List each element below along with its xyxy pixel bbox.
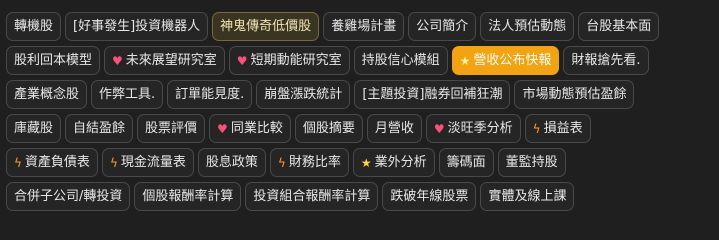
tag-below-annual-line-stocks[interactable]: 跌破年線股票 bbox=[382, 182, 477, 211]
tag-label: 財報搶先看. bbox=[571, 53, 641, 68]
tag-label: 短期動能研究室 bbox=[250, 53, 342, 68]
tag-stock-valuation[interactable]: 股票評價 bbox=[137, 114, 206, 143]
tag-row-6: 合併子公司/轉投資 個股報酬率計算 投資組合報酬率計算 跌破年線股票 實體及線上… bbox=[6, 182, 719, 211]
tag-label: 股息政策 bbox=[205, 155, 258, 170]
tag-future-outlook-lab[interactable]: ♥ 未來展望研究室 bbox=[104, 46, 225, 75]
tag-revenue-flash-report[interactable]: ★ 營收公布快報 bbox=[451, 46, 560, 75]
tag-balance-sheet[interactable]: ϟ 資產負債表 bbox=[6, 148, 98, 177]
tag-label: 公司簡介 bbox=[416, 19, 469, 34]
tag-label: 股票評價 bbox=[145, 121, 198, 136]
tag-label: 訂單能見度. bbox=[175, 87, 245, 102]
tag-peer-comparison[interactable]: ♥ 同業比較 bbox=[209, 114, 291, 143]
tag-courses[interactable]: 實體及線上課 bbox=[480, 182, 575, 211]
tag-institutional-forecast[interactable]: 法人預估動態 bbox=[480, 12, 575, 41]
tag-industry-concept-stocks[interactable]: 產業概念股 bbox=[6, 80, 88, 109]
tag-label: [主題投資]融券回補狂潮 bbox=[362, 87, 503, 102]
tag-label: 籌碼面 bbox=[446, 155, 486, 170]
tag-label: 合併子公司/轉投資 bbox=[14, 189, 123, 204]
tag-label: 營收公布快報 bbox=[473, 53, 552, 68]
tag-portfolio-return-calculator[interactable]: 投資組合報酬率計算 bbox=[245, 182, 379, 211]
tag-label: 同業比較 bbox=[230, 121, 283, 136]
tag-market-eps-forecast[interactable]: 市場動態預估盈餘 bbox=[514, 80, 635, 109]
feature-tag-panel: 轉機股 [好事發生]投資機器人 神鬼傳奇低價股 養雞場計畫 公司簡介 法人預估動… bbox=[0, 0, 719, 228]
tag-row-1: 轉機股 [好事發生]投資機器人 神鬼傳奇低價股 養雞場計畫 公司簡介 法人預估動… bbox=[6, 12, 719, 41]
tag-chip-analysis[interactable]: 籌碼面 bbox=[438, 148, 494, 177]
tag-label: 台股基本面 bbox=[586, 19, 652, 34]
tag-row-5: ϟ 資產負債表 ϟ 現金流量表 股息政策 ϟ 財務比率 ★ 業外分析 籌碼面 董監持股 bbox=[6, 148, 719, 177]
tag-chicken-farm-plan[interactable]: 養雞場計畫 bbox=[323, 12, 405, 41]
tag-non-operating-analysis[interactable]: ★ 業外分析 bbox=[352, 148, 435, 177]
star-icon: ★ bbox=[459, 53, 471, 68]
lightning-bolt-icon: ϟ bbox=[14, 155, 22, 170]
tag-label: 市場動態預估盈餘 bbox=[522, 87, 627, 102]
tag-label: [好事發生]投資機器人 bbox=[73, 19, 201, 34]
tag-cheat-tools[interactable]: 作弊工具. bbox=[91, 80, 164, 109]
tag-row-3: 產業概念股 作弊工具. 訂單能見度. 崩盤漲跌統計 [主題投資]融券回補狂潮 市… bbox=[6, 80, 719, 109]
tag-crash-statistics[interactable]: 崩盤漲跌統計 bbox=[256, 80, 351, 109]
tag-label: 董監持股 bbox=[505, 155, 558, 170]
tag-cash-flow-statement[interactable]: ϟ 現金流量表 bbox=[101, 148, 194, 177]
tag-label: 資產負債表 bbox=[24, 155, 90, 170]
tag-director-holdings[interactable]: 董監持股 bbox=[497, 148, 566, 177]
tag-seasonality-analysis[interactable]: ♥ 淡旺季分析 bbox=[425, 114, 521, 143]
tag-company-profile[interactable]: 公司簡介 bbox=[408, 12, 477, 41]
heart-icon: ♥ bbox=[112, 53, 123, 68]
heart-icon: ♥ bbox=[236, 53, 248, 68]
tag-holding-confidence-module[interactable]: 持股信心模組 bbox=[353, 46, 448, 75]
tag-label: 現金流量表 bbox=[120, 155, 186, 170]
tag-label: 投資組合報酬率計算 bbox=[253, 189, 371, 204]
tag-treasury-stock[interactable]: 庫藏股 bbox=[6, 114, 62, 143]
tag-stock-summary[interactable]: 個股摘要 bbox=[294, 114, 363, 143]
tag-short-covering-theme[interactable]: [主題投資]融券回補狂潮 bbox=[354, 80, 511, 109]
tag-label: 庫藏股 bbox=[14, 121, 54, 136]
tag-tw-fundamentals[interactable]: 台股基本面 bbox=[578, 12, 660, 41]
tag-row-4: 庫藏股 自結盈餘 股票評價 ♥ 同業比較 個股摘要 月營收 ♥ 淡旺季分析 ϟ 損益表 bbox=[6, 114, 719, 143]
tag-label: 未來展望研究室 bbox=[125, 53, 217, 68]
tag-financial-ratios[interactable]: ϟ 財務比率 bbox=[269, 148, 349, 177]
tag-label: 股利回本模型 bbox=[14, 53, 93, 68]
lightning-bolt-icon: ϟ bbox=[109, 155, 118, 170]
tag-investment-robot[interactable]: [好事發生]投資機器人 bbox=[65, 12, 209, 41]
tag-label: 月營收 bbox=[374, 121, 414, 136]
heart-icon: ♥ bbox=[217, 121, 228, 136]
tag-label: 神鬼傳奇低價股 bbox=[220, 19, 312, 34]
tag-dividend-payback-model[interactable]: 股利回本模型 bbox=[6, 46, 101, 75]
tag-label: 養雞場計畫 bbox=[331, 19, 397, 34]
lightning-bolt-icon: ϟ bbox=[277, 155, 286, 170]
tag-label: 財務比率 bbox=[288, 155, 341, 170]
tag-earnings-preview[interactable]: 財報搶先看. bbox=[563, 46, 649, 75]
tag-label: 損益表 bbox=[543, 121, 583, 136]
tag-dividend-policy[interactable]: 股息政策 bbox=[197, 148, 266, 177]
tag-order-visibility[interactable]: 訂單能見度. bbox=[167, 80, 253, 109]
tag-label: 崩盤漲跌統計 bbox=[264, 87, 343, 102]
tag-subsidiaries-investments[interactable]: 合併子公司/轉投資 bbox=[6, 182, 131, 211]
tag-label: 法人預估動態 bbox=[488, 19, 567, 34]
tag-label: 產業概念股 bbox=[14, 87, 80, 102]
tag-label: 淡旺季分析 bbox=[447, 121, 513, 136]
tag-label: 個股摘要 bbox=[302, 121, 355, 136]
lightning-bolt-icon: ϟ bbox=[532, 121, 541, 136]
tag-label: 轉機股 bbox=[14, 19, 54, 34]
tag-label: 自結盈餘 bbox=[73, 121, 126, 136]
tag-label: 跌破年線股票 bbox=[390, 189, 469, 204]
star-icon: ★ bbox=[360, 155, 372, 170]
tag-label: 個股報酬率計算 bbox=[142, 189, 234, 204]
tag-turnaround-stocks[interactable]: 轉機股 bbox=[6, 12, 62, 41]
tag-stock-return-calculator[interactable]: 個股報酬率計算 bbox=[134, 182, 242, 211]
tag-label: 作弊工具. bbox=[99, 87, 156, 102]
heart-icon: ♥ bbox=[433, 121, 445, 136]
tag-label: 業外分析 bbox=[374, 155, 427, 170]
tag-legendary-low-price-stocks[interactable]: 神鬼傳奇低價股 bbox=[212, 12, 320, 41]
tag-short-term-momentum-lab[interactable]: ♥ 短期動能研究室 bbox=[228, 46, 350, 75]
tag-label: 實體及線上課 bbox=[488, 189, 567, 204]
tag-label: 持股信心模組 bbox=[361, 53, 440, 68]
tag-self-reported-earnings[interactable]: 自結盈餘 bbox=[65, 114, 134, 143]
tag-row-2: 股利回本模型 ♥ 未來展望研究室 ♥ 短期動能研究室 持股信心模組 ★ 營收公布快報 … bbox=[6, 46, 719, 75]
tag-monthly-revenue[interactable]: 月營收 bbox=[366, 114, 422, 143]
tag-income-statement[interactable]: ϟ 損益表 bbox=[524, 114, 591, 143]
